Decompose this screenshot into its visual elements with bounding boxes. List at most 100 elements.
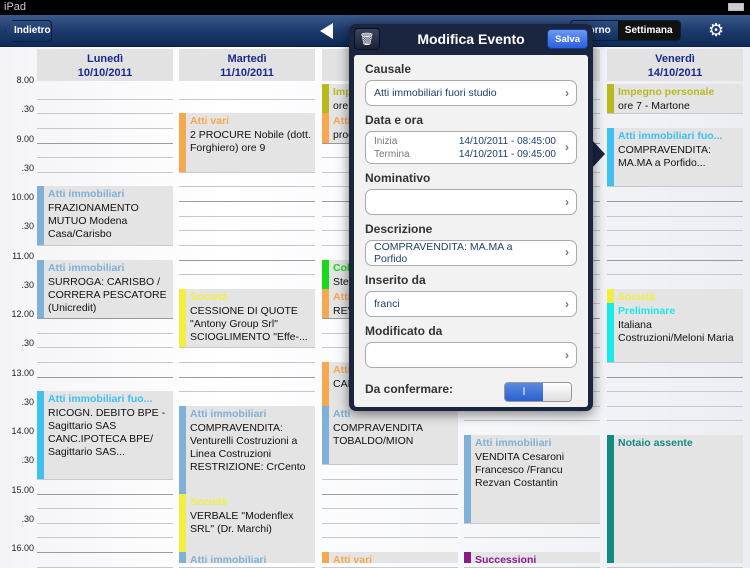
- segment-week[interactable]: Settimana: [617, 21, 680, 40]
- nominativo-field[interactable]: ›: [365, 189, 577, 215]
- previous-week-arrow-icon[interactable]: [320, 23, 333, 39]
- chevron-right-icon: ›: [565, 297, 569, 311]
- calendar-event[interactable]: Atti immobiliari FRAZIONAMENTO MUTUO Mode…: [37, 186, 173, 245]
- event-text: VERBALE "Modenflex SRL" (Dr. Marchi): [190, 509, 294, 535]
- calendar-event[interactable]: Atti immobiliari fuo... RICOGN. DEBITO BP…: [37, 391, 173, 479]
- day-header[interactable]: Lunedì 10/10/2011: [37, 49, 173, 81]
- calendar-event[interactable]: Atti immobiliari COMPRAVENDITA: Venturell…: [179, 405, 315, 494]
- quarter-line: [607, 391, 743, 393]
- calendar-event[interactable]: Atti vari 2 PROCURE Nobile (dott. Forghie…: [179, 113, 315, 172]
- quarter-line: [322, 508, 458, 510]
- event-color-bar: [607, 435, 614, 563]
- start-label: Inizia: [374, 135, 398, 147]
- chevron-right-icon: ›: [565, 86, 569, 100]
- event-title: Atti vari: [190, 115, 230, 128]
- event-color-bar: [322, 552, 329, 563]
- event-text: ore 7 - Martone: [618, 100, 690, 112]
- quarter-line: [607, 361, 743, 363]
- calendar-event[interactable]: Società CESSIONE DI QUOTE "Antony Group S…: [179, 288, 315, 348]
- hour-line: [37, 318, 173, 319]
- causale-label: Causale: [365, 62, 412, 76]
- hour-line: [37, 493, 173, 495]
- event-title: Atti immobiliari: [48, 188, 125, 201]
- event-color-bar: [464, 435, 471, 523]
- quarter-line: [607, 186, 743, 188]
- event-title: Atti immobiliari: [475, 437, 552, 449]
- calendar-event[interactable]: Societàprocura NUOVA DIDAC...: [607, 288, 743, 304]
- end-value: 14/10/2011 - 09:45:00: [458, 148, 556, 160]
- event-color-bar: [607, 127, 614, 187]
- hour-line: [37, 142, 173, 144]
- event-color-bar: [322, 405, 329, 465]
- quarter-line: [464, 420, 600, 422]
- quarter-line: [37, 244, 173, 246]
- toggle-knob: [543, 383, 571, 401]
- event-color-bar: [322, 288, 329, 318]
- event-title: Impegno personale: [618, 86, 715, 98]
- day-name: Lunedì: [86, 53, 124, 65]
- chevron-right-icon: ›: [565, 348, 569, 362]
- quarter-line: [607, 215, 743, 217]
- event-text: COMPRAVENDITA: MA.MA a Porfido...: [618, 143, 711, 169]
- hour-line: [179, 201, 315, 202]
- quarter-line: [37, 537, 173, 539]
- quarter-line: [179, 98, 315, 100]
- calendar-event[interactable]: Successioni: [464, 552, 600, 563]
- time-label: 11.00: [12, 250, 34, 261]
- descrizione-field[interactable]: COMPRAVENDITA: MA.MA a Porfido ›: [365, 240, 577, 266]
- event-color-bar: [37, 186, 44, 245]
- event-title: Società: [190, 495, 228, 508]
- calendar-event[interactable]: Atti immobiliari: [179, 552, 315, 563]
- day-header[interactable]: Venerdì 14/10/2011: [607, 49, 743, 81]
- chevron-right-icon: ›: [565, 195, 569, 209]
- quarter-line: [37, 566, 173, 568]
- calendar-event[interactable]: Preliminare Italiana Costruzioni/Meloni M…: [607, 303, 743, 362]
- modificato-field[interactable]: ›: [365, 342, 577, 368]
- event-text: 2 PROCURE Nobile (dott. Forghiero) ore 9: [190, 129, 311, 155]
- inserito-field[interactable]: franci ›: [365, 291, 577, 317]
- event-color-bar: [322, 361, 329, 406]
- nominativo-label: Nominativo: [365, 171, 431, 185]
- quarter-line: [37, 361, 173, 363]
- time-label: .30: [21, 221, 34, 232]
- calendar-event[interactable]: Atti immobiliari fuo... COMPRAVENDITA: MA…: [607, 127, 743, 187]
- date-time-field[interactable]: Inizia 14/10/2011 - 08:45:00 Termina 14/10…: [365, 131, 577, 164]
- hour-line: [607, 376, 743, 378]
- chevron-right-icon: ›: [565, 245, 569, 259]
- quarter-line: [37, 508, 173, 510]
- event-title: Successioni: [475, 554, 537, 563]
- event-text: FRAZIONAMENTO MUTUO Modena Casa/Carisbo: [48, 202, 139, 241]
- day-date: 10/10/2011: [77, 67, 133, 79]
- descrizione-label: Descrizione: [365, 222, 433, 236]
- calendar-event[interactable]: Atti vari: [322, 552, 458, 563]
- time-label: 16.00: [11, 543, 34, 553]
- inserito-value: franci: [374, 298, 400, 310]
- da-confermare-toggle[interactable]: I: [504, 382, 572, 402]
- event-color-bar: [607, 84, 614, 114]
- quarter-line: [464, 537, 600, 539]
- calendar-event[interactable]: Atti immobiliari VENDITA Cesaroni Frances…: [464, 435, 600, 523]
- quarter-line: [322, 566, 458, 568]
- day-header[interactable]: Martedì 11/10/2011: [179, 49, 315, 81]
- event-color-bar: [607, 288, 614, 304]
- settings-gear-icon[interactable]: ⚙: [708, 20, 724, 41]
- back-button[interactable]: Indietro: [5, 20, 52, 42]
- event-color-bar: [179, 288, 186, 348]
- calendar-event[interactable]: Notaio assente: [607, 435, 743, 563]
- event-title: Atti immobiliari: [190, 554, 267, 563]
- start-value: 14/10/2011 - 08:45:00: [458, 135, 556, 147]
- quarter-line: [37, 478, 173, 480]
- hour-line: [464, 522, 600, 524]
- time-label: 9.00: [16, 133, 34, 144]
- quarter-line: [179, 244, 315, 246]
- event-title: Notaio assente: [618, 437, 693, 449]
- device-name: iPad: [4, 1, 27, 13]
- calendar-event[interactable]: Atti immobiliari SURROGA: CARISBO / CORRE…: [37, 259, 173, 318]
- calendar-event[interactable]: Società VERBALE "Modenflex SRL" (Dr. Marc…: [179, 493, 315, 552]
- quarter-line: [607, 244, 743, 246]
- popover-arrow: [592, 140, 605, 168]
- calendar-event[interactable]: Impegno personale ore 7 - Martone: [607, 84, 743, 114]
- causale-field[interactable]: Atti immobiliari fuori studio ›: [365, 80, 577, 106]
- calendar-event[interactable]: Atti COMPRAVENDITA TOBALDO/MION: [322, 405, 458, 465]
- save-button[interactable]: Salva: [547, 29, 588, 49]
